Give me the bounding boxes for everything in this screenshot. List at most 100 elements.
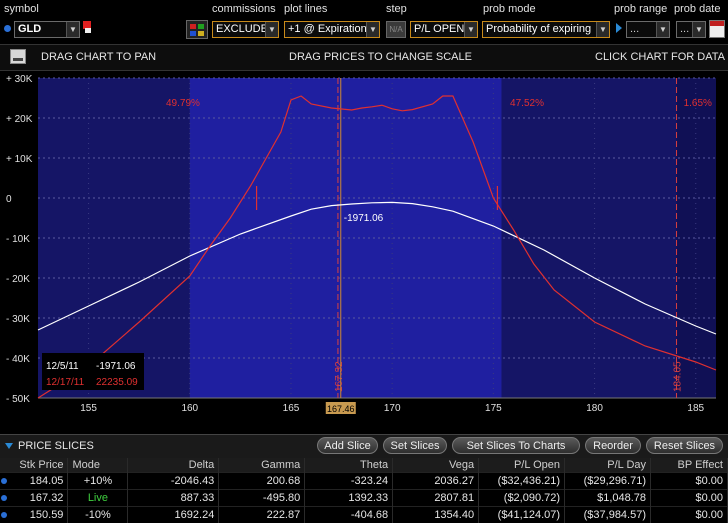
- chevron-down-icon[interactable]: ▼: [596, 22, 609, 37]
- current-price-label: 167.46: [327, 404, 355, 414]
- col-mode[interactable]: Mode: [68, 458, 128, 473]
- legend-date: 12/17/11: [46, 377, 85, 388]
- cell-pl-open: ($41,124.07): [479, 507, 565, 523]
- commissions-value: EXCLUDE: [216, 23, 268, 35]
- row-marker-icon[interactable]: [1, 512, 7, 518]
- y-tick-label: - 20K: [6, 274, 30, 285]
- symbol-label: symbol: [4, 3, 39, 15]
- probability-label: 1.65%: [684, 98, 712, 109]
- prob-mode-label: prob mode: [483, 3, 536, 15]
- reorder-button[interactable]: Reorder: [585, 437, 641, 454]
- chevron-down-icon[interactable]: ▼: [692, 22, 705, 37]
- grid-color-icon[interactable]: [186, 20, 208, 39]
- chevron-down-icon[interactable]: ▼: [656, 22, 669, 37]
- set-slices-to-charts-button[interactable]: Set Slices To Charts: [452, 437, 580, 454]
- slice-line-label: 167.32: [334, 361, 345, 392]
- current-value-label: -1971.06: [344, 213, 384, 224]
- table-row[interactable]: 150.59 -10% 1692.24 222.87 -404.68 1354.…: [0, 507, 728, 523]
- set-slices-button[interactable]: Set Slices: [383, 437, 447, 454]
- cell-bp-effect: $0.00: [651, 490, 728, 507]
- col-pl-day[interactable]: P/L Day: [565, 458, 651, 473]
- x-tick-label: 175: [485, 403, 502, 414]
- plot-lines-value: +1 @ Expiration: [288, 23, 367, 35]
- chevron-down-icon[interactable]: ▼: [464, 22, 477, 37]
- table-header-row: Stk Price Mode Delta Gamma Theta Vega P/…: [0, 458, 728, 473]
- drag-pan-hint: DRAG CHART TO PAN: [41, 51, 156, 63]
- cell-bp-effect: $0.00: [651, 473, 728, 490]
- cell-gamma: 200.68: [219, 473, 305, 490]
- symbol-input[interactable]: GLD ▼: [14, 21, 80, 38]
- y-tick-label: + 10K: [6, 154, 33, 165]
- drag-prices-hint: DRAG PRICES TO CHANGE SCALE: [289, 51, 472, 63]
- collapse-icon[interactable]: [5, 443, 13, 449]
- table-row[interactable]: 184.05 +10% -2046.43 200.68 -323.24 2036…: [0, 473, 728, 490]
- prob-mode-select[interactable]: Probability of expiring ▼: [482, 21, 610, 38]
- col-delta[interactable]: Delta: [128, 458, 219, 473]
- calendar-icon[interactable]: [709, 20, 725, 38]
- prob-mode-value: Probability of expiring: [486, 23, 591, 35]
- cell-delta: 1692.24: [128, 507, 219, 523]
- prob-range-select[interactable]: ... ▼: [626, 21, 670, 38]
- cell-mode[interactable]: +10%: [68, 473, 128, 490]
- col-theta[interactable]: Theta: [305, 458, 393, 473]
- cell-pl-open: ($32,436.21): [479, 473, 565, 490]
- prob-date-value: ...: [680, 23, 689, 35]
- prob-date-select[interactable]: ... ▼: [676, 21, 706, 38]
- cell-mode[interactable]: Live: [68, 490, 128, 507]
- step-mode-select[interactable]: P/L OPEN ▼: [410, 21, 478, 38]
- row-marker-icon[interactable]: [1, 478, 7, 484]
- chart-svg[interactable]: + 30K+ 20K+ 10K0- 10K- 20K- 30K- 40K- 50…: [0, 70, 728, 420]
- symbol-link-icon[interactable]: [4, 25, 11, 32]
- x-tick-label: 185: [687, 403, 704, 414]
- x-tick-label: 170: [384, 403, 401, 414]
- cell-stk-price[interactable]: 167.32: [0, 490, 68, 507]
- cell-stk-price[interactable]: 150.59: [0, 507, 68, 523]
- prob-range-label: prob range: [614, 3, 667, 15]
- chevron-down-icon[interactable]: ▼: [66, 22, 79, 37]
- prob-date-label: prob date: [674, 3, 720, 15]
- cell-delta: -2046.43: [128, 473, 219, 490]
- plot-lines-select[interactable]: +1 @ Expiration ▼: [284, 21, 380, 38]
- cell-theta: -404.68: [305, 507, 393, 523]
- plot-lines-label: plot lines: [284, 3, 327, 15]
- col-gamma[interactable]: Gamma: [219, 458, 305, 473]
- legend-value: -1971.06: [96, 361, 136, 372]
- col-bp-effect[interactable]: BP Effect: [651, 458, 728, 473]
- cell-stk-price[interactable]: 184.05: [0, 473, 68, 490]
- x-tick-label: 160: [181, 403, 198, 414]
- chart-settings-icon[interactable]: [10, 49, 26, 64]
- col-vega[interactable]: Vega: [393, 458, 479, 473]
- cell-delta: 887.33: [128, 490, 219, 507]
- play-icon[interactable]: [616, 23, 622, 33]
- chevron-down-icon[interactable]: ▼: [366, 22, 379, 37]
- chevron-down-icon[interactable]: ▼: [265, 22, 278, 37]
- y-tick-label: - 30K: [6, 314, 30, 325]
- cell-mode[interactable]: -10%: [68, 507, 128, 523]
- add-slice-button[interactable]: Add Slice: [317, 437, 378, 454]
- cell-vega: 2036.27: [393, 473, 479, 490]
- table-row[interactable]: 167.32 Live 887.33 -495.80 1392.33 2807.…: [0, 490, 728, 507]
- cell-pl-day: ($29,296.71): [565, 473, 651, 490]
- flag-icon-secondary: [85, 28, 91, 33]
- x-tick-label: 155: [80, 403, 97, 414]
- col-stk-price[interactable]: Stk Price: [0, 458, 68, 473]
- cell-vega: 2807.81: [393, 490, 479, 507]
- y-tick-label: + 20K: [6, 114, 33, 125]
- y-tick-label: - 10K: [6, 234, 30, 245]
- slice-line-label: 184.05: [673, 361, 684, 392]
- cell-theta: 1392.33: [305, 490, 393, 507]
- cell-pl-open: ($2,090.72): [479, 490, 565, 507]
- reset-slices-button[interactable]: Reset Slices: [646, 437, 723, 454]
- cell-vega: 1354.40: [393, 507, 479, 523]
- risk-profile-chart[interactable]: + 30K+ 20K+ 10K0- 10K- 20K- 30K- 40K- 50…: [0, 70, 728, 420]
- x-tick-label: 165: [283, 403, 300, 414]
- row-marker-icon[interactable]: [1, 495, 7, 501]
- price-slices-title: PRICE SLICES: [18, 440, 94, 452]
- probability-label: 49.79%: [166, 98, 200, 109]
- y-tick-label: 0: [6, 194, 12, 205]
- commissions-select[interactable]: EXCLUDE ▼: [212, 21, 279, 38]
- legend-date: 12/5/11: [46, 361, 79, 372]
- step-input[interactable]: N/A: [386, 21, 406, 38]
- legend-value: 22235.09: [96, 377, 138, 388]
- col-pl-open[interactable]: P/L Open: [479, 458, 565, 473]
